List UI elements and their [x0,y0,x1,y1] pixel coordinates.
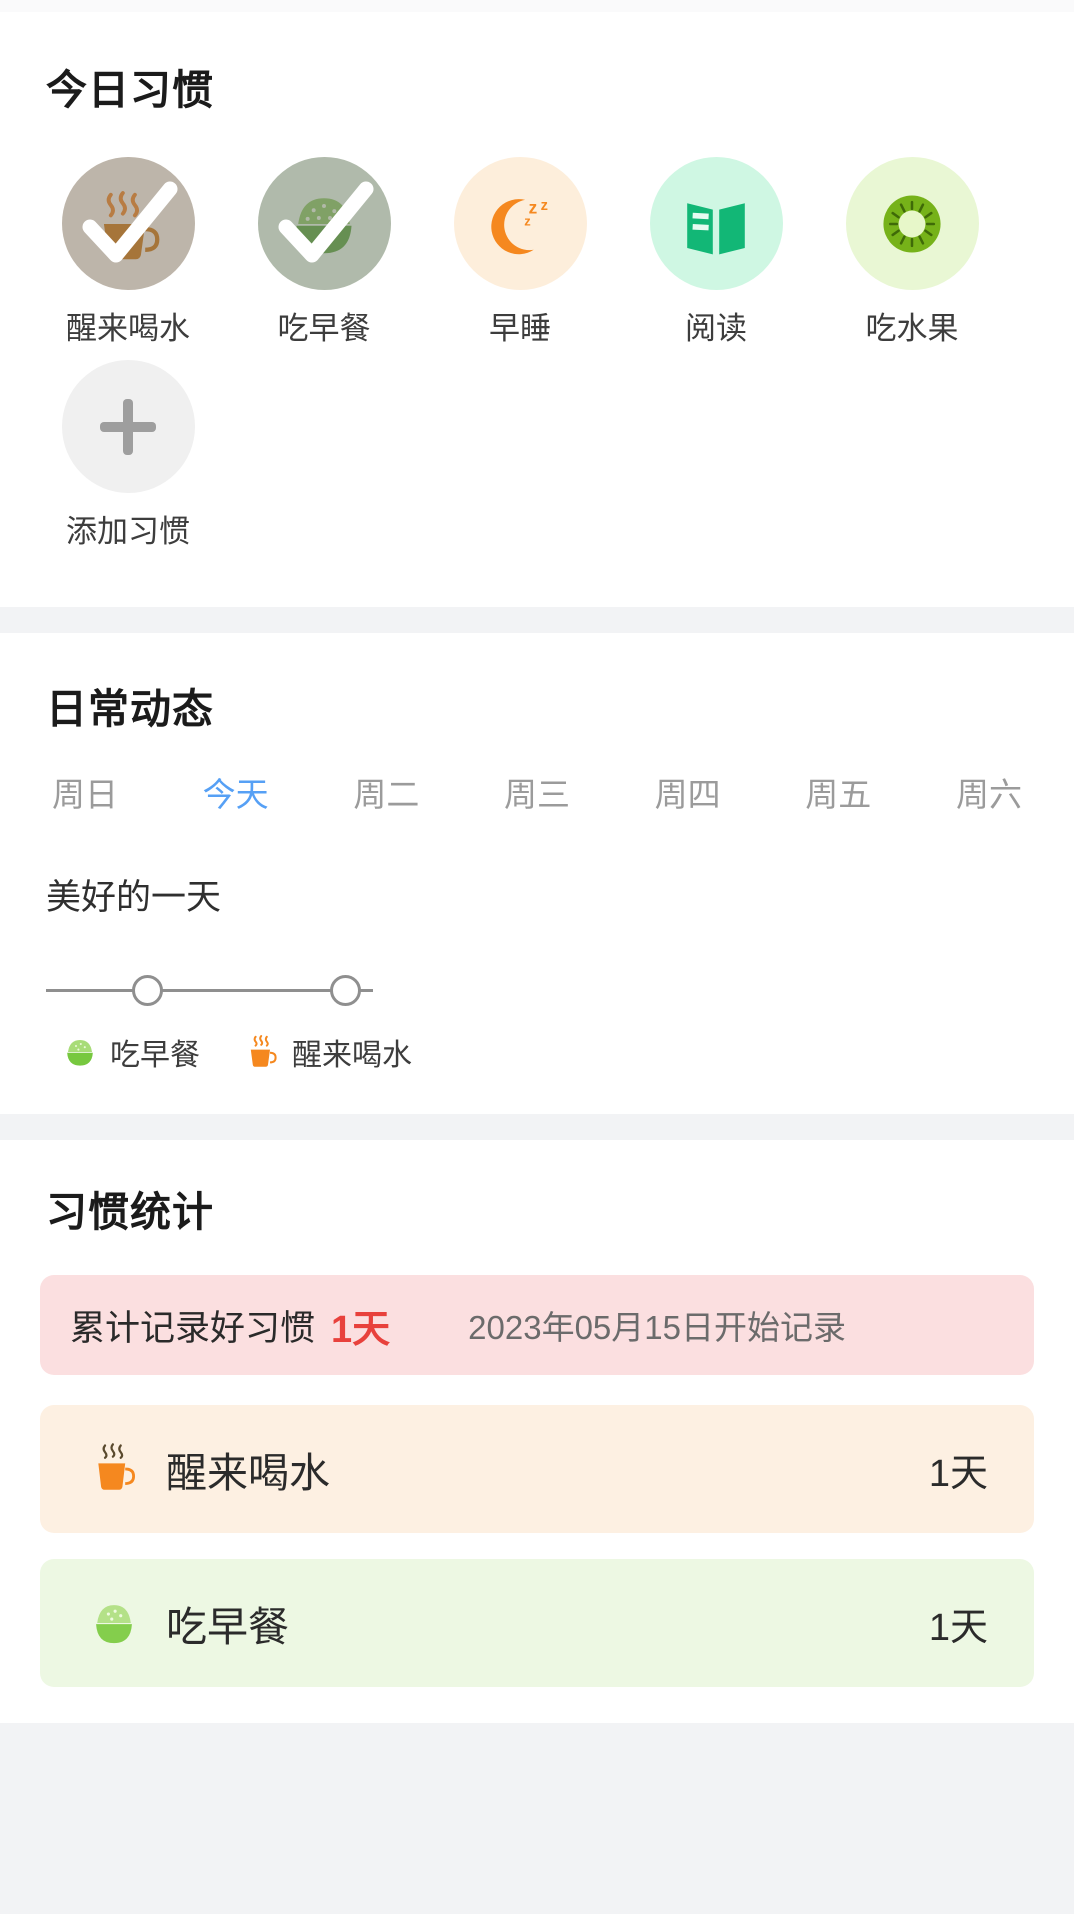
daily-dynamics-title: 日常动态 [46,686,214,733]
rice-bowl-icon [96,1605,132,1644]
habit-item-breakfast[interactable]: 吃早餐 [226,157,422,346]
timeline-node[interactable] [330,975,361,1007]
habit-stats-section: 习惯统计 累计记录好习惯 1天 2023年05月15日开始记录 醒来喝水 1天 [0,1140,1074,1724]
add-habit-label: 添加习惯 [66,514,190,550]
habit-label: 吃水果 [865,311,959,346]
tab-weekday-sunday[interactable]: 周日 [52,778,118,811]
timeline: 吃早餐 醒来喝水 [0,968,1074,1074]
habit-label: 阅读 [685,311,747,346]
timeline-title: 美好的一天 [46,878,222,918]
timeline-line [46,989,373,993]
weekday-tabs: 周日 今天 周二 周三 周四 周五 周六 [0,778,1074,811]
habit-done-dim [61,157,195,290]
stat-row-drink-water[interactable]: 醒来喝水 1天 [40,1405,1034,1534]
timeline-event-breakfast[interactable]: 吃早餐 [60,1030,200,1074]
timeline-track [46,968,1028,1014]
habit-icon-container [257,157,391,290]
plus-icon [100,398,156,455]
sleeping-moon-icon: z z z [491,197,548,254]
habit-item-sleep-early[interactable]: z z z 早睡 [422,157,618,346]
habit-icon-container [845,157,979,290]
stat-row-days: 1天 [928,1606,988,1649]
stat-row-breakfast[interactable]: 吃早餐 1天 [40,1559,1034,1688]
daily-dynamics-section: 日常动态 周日 今天 周二 周三 周四 周五 周六 美好的一天 吃早餐 醒来喝水 [0,633,1074,1115]
open-book-icon [687,202,745,254]
section-divider [0,607,1074,634]
stat-row-name: 醒来喝水 [166,1450,330,1497]
tab-weekday-today[interactable]: 今天 [203,778,269,811]
timeline-events: 吃早餐 醒来喝水 [46,1030,1028,1074]
rice-bowl-icon [67,1040,93,1066]
timeline-node[interactable] [132,975,163,1007]
habit-icon-container [649,157,783,290]
tab-weekday-friday[interactable]: 周五 [805,778,871,811]
coffee-cup-icon [98,1443,136,1490]
habit-stats-title: 习惯统计 [46,1189,214,1236]
today-habits-title: 今日习惯 [46,67,214,113]
timeline-event-label: 醒来喝水 [292,1039,412,1073]
timeline-event-label: 吃早餐 [110,1039,200,1073]
tab-weekday-thursday[interactable]: 周四 [655,778,721,811]
coffee-cup-icon [250,1035,277,1067]
habit-grid: 醒来喝水 吃早餐 z z z 早睡 阅读 吃水果 添加习惯 [0,157,1074,563]
total-record-since: 2023年05月15日开始记录 [468,1309,846,1347]
habit-icon-container: z z z [453,157,587,290]
add-habit-button[interactable]: 添加习惯 [30,360,226,549]
tab-weekday-wednesday[interactable]: 周三 [504,778,570,811]
kiwi-fruit-icon [883,194,941,253]
habit-item-reading[interactable]: 阅读 [618,157,814,346]
habit-item-drink-water[interactable]: 醒来喝水 [30,157,226,346]
total-record-days: 1天 [331,1308,391,1351]
habit-label: 醒来喝水 [66,311,190,346]
tab-weekday-tuesday[interactable]: 周二 [353,778,419,811]
habit-item-eat-fruit[interactable]: 吃水果 [814,157,1010,346]
habit-label: 吃早餐 [277,311,371,346]
section-divider [0,1114,1074,1141]
habit-icon-container [61,157,195,290]
svg-text:z: z [524,213,530,228]
top-cutoff-strip [0,0,1074,12]
app-screen: 今日习惯 醒来喝水 吃早餐 z z z 早睡 阅读 吃水果 添加习惯 日常动态 … [0,0,1074,1914]
svg-text:z: z [541,198,548,214]
today-habits-section: 今日习惯 醒来喝水 吃早餐 z z z 早睡 阅读 吃水果 添加习惯 [0,12,1074,608]
timeline-event-drink-water[interactable]: 醒来喝水 [242,1030,412,1074]
tab-weekday-saturday[interactable]: 周六 [956,778,1022,811]
total-record-label: 累计记录好习惯 [70,1308,316,1348]
habit-done-dim [257,157,391,290]
habit-label: 早睡 [489,311,551,346]
stat-row-days: 1天 [928,1452,988,1495]
stat-row-name: 吃早餐 [166,1604,289,1651]
add-habit-circle [61,360,195,494]
total-record-banner: 累计记录好习惯 1天 2023年05月15日开始记录 [40,1275,1034,1376]
